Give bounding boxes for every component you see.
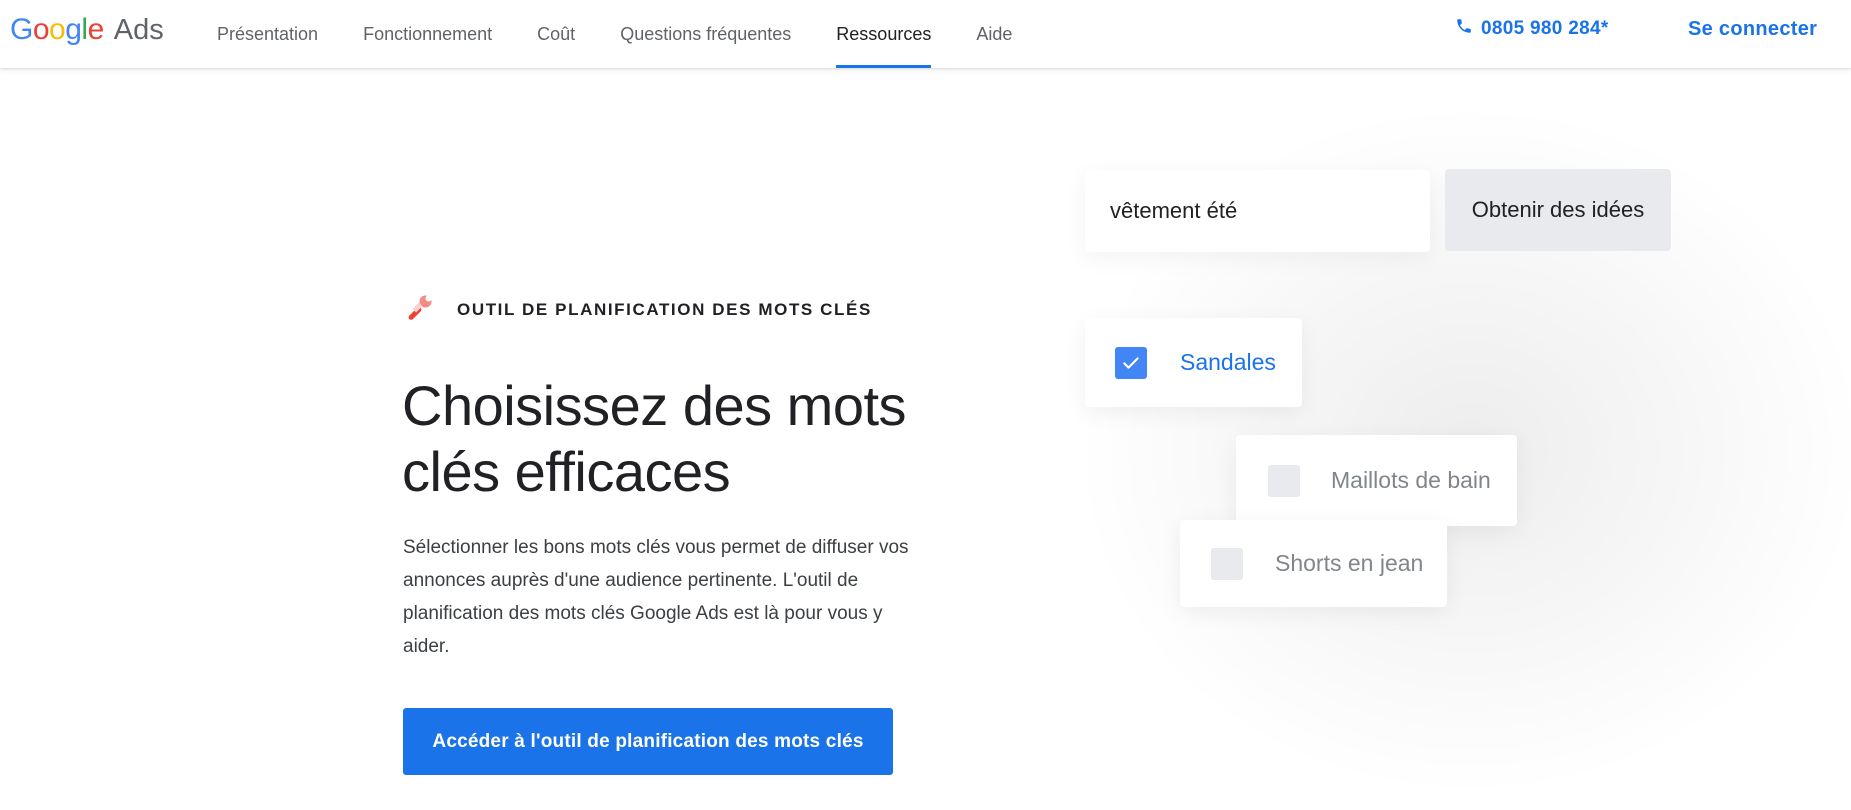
main-nav: Présentation Fonctionnement Coût Questio… — [217, 0, 1057, 68]
google-ads-logo[interactable]: Google Ads — [10, 12, 164, 48]
phone-link[interactable]: 0805 980 284* — [1455, 16, 1609, 42]
keyword-search-input: vêtement été — [1085, 170, 1430, 252]
top-navigation-bar: Google Ads Présentation Fonctionnement C… — [0, 0, 1851, 68]
keyword-label: Shorts en jean — [1275, 550, 1424, 576]
phone-icon — [1455, 17, 1473, 41]
nav-item-questions-frequentes[interactable]: Questions fréquentes — [620, 0, 791, 68]
nav-item-fonctionnement[interactable]: Fonctionnement — [363, 0, 492, 68]
nav-item-presentation[interactable]: Présentation — [217, 0, 318, 68]
nav-item-ressources[interactable]: Ressources — [836, 0, 932, 68]
checkbox-unchecked-icon — [1211, 547, 1243, 580]
keyword-search-value: vêtement été — [1110, 198, 1238, 223]
keyword-label: Maillots de bain — [1331, 467, 1491, 493]
keyword-label: Sandales — [1180, 349, 1276, 375]
page-title: Choisissez des mots clés efficaces — [402, 374, 907, 503]
checkbox-unchecked-icon — [1268, 464, 1300, 497]
nav-item-aide[interactable]: Aide — [976, 0, 1012, 68]
sign-in-link[interactable]: Se connecter — [1688, 16, 1817, 42]
get-ideas-button: Obtenir des idées — [1445, 169, 1671, 251]
phone-number: 0805 980 284* — [1481, 18, 1609, 39]
open-keyword-planner-button[interactable]: Accéder à l'outil de planification des m… — [403, 708, 893, 775]
eyebrow-text: OUTIL DE PLANIFICATION DES MOTS CLÉS — [457, 300, 872, 319]
hero-description: Sélectionner les bons mots clés vous per… — [403, 537, 909, 657]
keyword-suggestion-card: Sandales — [1085, 318, 1302, 407]
checkbox-checked-icon — [1115, 346, 1147, 379]
logo-google-wordmark: Google — [10, 13, 104, 46]
wrench-icon — [403, 292, 435, 329]
keyword-suggestion-card: Shorts en jean — [1180, 520, 1447, 607]
keyword-suggestion-card: Maillots de bain — [1236, 435, 1517, 526]
eyebrow: OUTIL DE PLANIFICATION DES MOTS CLÉS — [403, 292, 872, 328]
nav-item-cout[interactable]: Coût — [537, 0, 575, 68]
logo-ads-text: Ads — [113, 14, 164, 46]
